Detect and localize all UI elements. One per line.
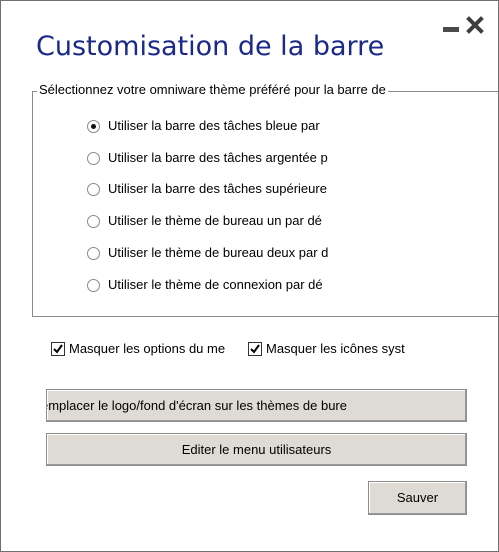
edit-user-menu-label: Editer le menu utilisateurs xyxy=(181,442,332,457)
customisation-window: Customisation de la barre Sélectionnez v… xyxy=(0,0,499,552)
checkbox-checked-icon[interactable] xyxy=(51,342,65,356)
edit-user-menu-button[interactable]: Editer le menu utilisateurs xyxy=(46,433,467,466)
radio-icon[interactable] xyxy=(87,247,100,260)
option-label: Utiliser le thème de bureau un par dé xyxy=(108,213,322,228)
theme-option-top-taskbar[interactable]: Utiliser la barre des tâches supérieure xyxy=(87,181,405,199)
theme-group-label: Sélectionnez votre omniware thème préfér… xyxy=(37,82,388,97)
window-title: Customisation de la barre xyxy=(36,31,385,62)
checkbox-label: Masquer les options du me xyxy=(69,341,226,356)
option-label: Utiliser la barre des tâches supérieure xyxy=(108,181,327,196)
theme-option-desktop-two[interactable]: Utiliser le thème de bureau deux par d xyxy=(87,245,405,263)
replace-logo-label: emplacer le logo/fond d'écran sur les th… xyxy=(46,398,347,413)
option-label: Utiliser le thème de connexion par dé xyxy=(108,277,323,292)
checkbox-label: Masquer les icônes syst xyxy=(266,341,405,356)
radio-selected-icon[interactable] xyxy=(87,120,100,133)
radio-icon[interactable] xyxy=(87,152,100,165)
hide-system-icons-checkbox[interactable]: Masquer les icônes syst xyxy=(248,341,498,359)
radio-icon[interactable] xyxy=(87,215,100,228)
option-label: Utiliser le thème de bureau deux par d xyxy=(108,245,329,260)
theme-option-login[interactable]: Utiliser le thème de connexion par dé xyxy=(87,277,405,295)
minimize-icon[interactable] xyxy=(443,27,459,32)
close-icon[interactable] xyxy=(466,16,484,34)
checkbox-checked-icon[interactable] xyxy=(248,342,262,356)
option-label: Utiliser la barre des tâches bleue par xyxy=(108,118,320,133)
theme-option-desktop-one[interactable]: Utiliser le thème de bureau un par dé xyxy=(87,213,405,231)
radio-icon[interactable] xyxy=(87,183,100,196)
hide-menu-options-checkbox[interactable]: Masquer les options du me xyxy=(51,341,251,359)
replace-logo-button[interactable]: emplacer le logo/fond d'écran sur les th… xyxy=(46,389,467,422)
radio-icon[interactable] xyxy=(87,279,100,292)
save-label: Sauver xyxy=(396,490,439,505)
theme-option-blue-taskbar[interactable]: Utiliser la barre des tâches bleue par xyxy=(87,118,405,136)
save-button[interactable]: Sauver xyxy=(368,481,467,515)
option-label: Utiliser la barre des tâches argentée p xyxy=(108,150,328,165)
theme-option-silver-taskbar[interactable]: Utiliser la barre des tâches argentée p xyxy=(87,150,405,168)
